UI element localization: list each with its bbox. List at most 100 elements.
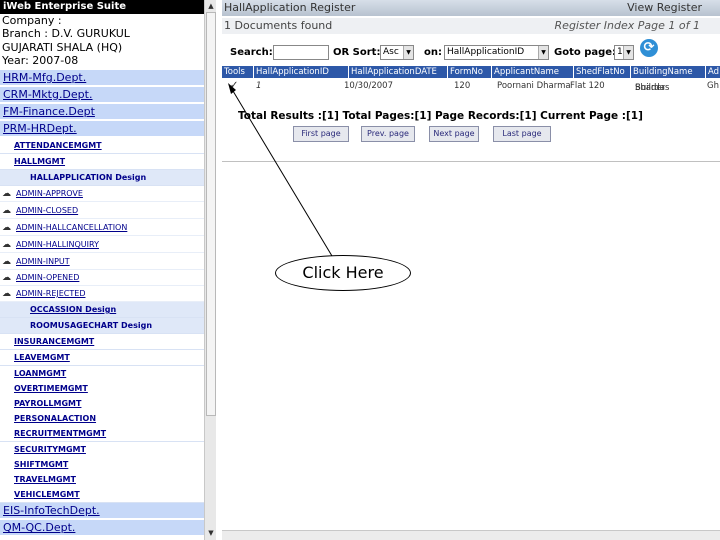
design-link[interactable]: Design <box>121 321 152 330</box>
goto-page-select[interactable]: 1 ▼ <box>614 45 634 60</box>
horizontal-scrollbar[interactable] <box>222 530 720 540</box>
column-header[interactable]: FormNo <box>448 66 492 78</box>
page-title: HallApplication Register <box>224 1 356 14</box>
column-header[interactable]: BuildingName <box>631 66 706 78</box>
sidebar-item-shiftmgmt[interactable]: SHIFTMGMT <box>0 457 204 473</box>
search-input[interactable] <box>273 45 329 60</box>
sidebar-item-leavemgmt[interactable]: LEAVEMGMT <box>0 350 204 366</box>
document-icon: ☁ <box>2 223 11 233</box>
sort-field-value: HallApplicationID <box>447 47 525 57</box>
scrollbar-thumb[interactable] <box>206 12 216 416</box>
sidebar-leaf-admin-closed[interactable]: ☁ ADMIN-CLOSED <box>0 203 204 219</box>
table-row: ✓ 1 10/30/2007 120 Poornani Dharma Flat … <box>222 79 720 103</box>
sidebar-item-overtimemgmt[interactable]: OVERTIMEMGMT <box>0 381 204 397</box>
next-page-button[interactable]: Next page <box>429 126 479 142</box>
leaf-label: ADMIN-CLOSED <box>16 206 79 215</box>
goto-page-label: Goto page: <box>554 47 617 58</box>
leaf-label: ADMIN-REJECTED <box>16 289 86 298</box>
first-page-button[interactable]: First page <box>293 126 349 142</box>
cell-date: 10/30/2007 <box>344 81 393 91</box>
sidebar-item-attendancemgmt[interactable]: ATTENDANCEMGMT <box>0 138 204 154</box>
sidebar-item-securitymgmt[interactable]: SECURITYMGMT <box>0 442 204 458</box>
chevron-down-icon: ▼ <box>623 46 633 59</box>
sidebar-scrollbar[interactable]: ▲ ▼ <box>204 0 216 540</box>
column-header[interactable]: ApplicantName <box>492 66 574 78</box>
search-label: Search: <box>230 47 273 58</box>
cell-applicant: Poornani Dharma <box>497 81 571 91</box>
occassion-label: OCCASSION <box>30 305 83 314</box>
column-header[interactable]: HallApplicationDATE <box>349 66 448 78</box>
cell-id: 1 <box>256 81 262 91</box>
sort-select[interactable]: Asc ▼ <box>380 45 414 60</box>
sidebar-leaf-admin-rejected[interactable]: ☁ ADMIN-REJECTED <box>0 286 204 302</box>
dept-qm[interactable]: QM-QC.Dept. <box>0 520 204 536</box>
sidebar-item-recruitmentmgmt[interactable]: RECRUITMENTMGMT <box>0 426 204 442</box>
sort-field-select[interactable]: HallApplicationID ▼ <box>444 45 549 60</box>
sidebar-item-roomusagechart[interactable]: ROOMUSAGECHART Design <box>0 318 204 334</box>
refresh-icon[interactable]: ⟳ <box>640 39 658 57</box>
sidebar-leaf-admin-opened[interactable]: ☁ ADMIN-OPENED <box>0 270 204 286</box>
leaf-label: ADMIN-HALLCANCELLATION <box>16 223 128 232</box>
dept-crm[interactable]: CRM-Mktg.Dept. <box>0 87 204 103</box>
company-line: Branch : D.V. GURUKUL <box>2 27 130 41</box>
on-label: on: <box>424 47 442 58</box>
sidebar-item-loanmgmt[interactable]: LOANMGMT <box>0 366 204 382</box>
title-bar: HallApplication Register View Register <box>222 0 720 16</box>
company-info: Company : Branch : D.V. GURUKUL GUJARATI… <box>2 14 130 68</box>
last-page-button[interactable]: Last page <box>493 126 551 142</box>
goto-page-value: 1 <box>617 47 623 57</box>
scroll-down-icon[interactable]: ▼ <box>206 528 216 538</box>
cell-shed: Flat 120 <box>570 81 605 91</box>
column-header[interactable]: ShedFlatNo <box>574 66 631 78</box>
document-icon: ☁ <box>2 206 11 216</box>
document-icon: ☁ <box>2 273 11 283</box>
dept-hrm[interactable]: HRM-Mfg.Dept. <box>0 70 204 86</box>
sort-value: Asc <box>383 47 399 57</box>
dept-fm[interactable]: FM-Finance.Dept <box>0 104 204 120</box>
sidebar-leaf-admin-hallinquiry[interactable]: ☁ ADMIN-HALLINQUIRY <box>0 237 204 253</box>
chevron-down-icon: ▼ <box>538 46 548 59</box>
cell-formno: 120 <box>454 81 471 91</box>
scroll-up-icon[interactable]: ▲ <box>206 1 216 11</box>
roomusage-label: ROOMUSAGECHART <box>30 321 119 330</box>
sidebar-item-travelmgmt[interactable]: TRAVELMGMT <box>0 472 204 488</box>
company-line: Year: 2007-08 <box>2 54 79 68</box>
sidebar-item-hallmgmt[interactable]: HALLMGMT <box>0 154 204 170</box>
cell-building-line: Builders <box>635 83 670 93</box>
document-icon: ☁ <box>2 289 11 299</box>
leaf-label: ADMIN-HALLINQUIRY <box>16 240 99 249</box>
sidebar-item-hallapplication-design[interactable]: HALLAPPLICATION Design <box>0 170 204 186</box>
leaf-label: ADMIN-OPENED <box>16 273 80 282</box>
column-header[interactable]: HallApplicationID <box>254 66 349 78</box>
sidebar-item-payrollmgmt[interactable]: PAYROLLMGMT <box>0 396 204 412</box>
documents-found: 1 Documents found <box>224 19 333 32</box>
prev-page-button[interactable]: Prev. page <box>361 126 415 142</box>
leaf-label: ADMIN-INPUT <box>16 257 70 266</box>
chevron-down-icon: ▼ <box>403 46 413 59</box>
register-index: Register Index Page 1 of 1 <box>554 19 700 32</box>
company-line: Company : <box>2 14 62 27</box>
sidebar-item-vehiclemgmt[interactable]: VEHICLEMGMT <box>0 487 204 503</box>
search-bar: Search: OR Sort: Asc ▼ on: HallApplicatio… <box>222 38 720 64</box>
check-icon[interactable]: ✓ <box>230 81 238 91</box>
dept-prm[interactable]: PRM-HRDept. <box>0 121 204 137</box>
sidebar-item-occassion[interactable]: OCCASSION Design <box>0 302 204 318</box>
document-icon: ☁ <box>2 240 11 250</box>
divider <box>222 161 720 162</box>
document-icon: ☁ <box>2 257 11 267</box>
column-header[interactable]: Ad <box>706 66 720 78</box>
column-header[interactable]: Tools <box>222 66 254 78</box>
dept-eis[interactable]: EIS-InfoTechDept. <box>0 503 204 519</box>
sidebar-leaf-admin-hallcancellation[interactable]: ☁ ADMIN-HALLCANCELLATION <box>0 220 204 236</box>
sidebar-item-insurancemgmt[interactable]: INSURANCEMGMT <box>0 334 204 350</box>
brand-title: iWeb Enterprise Suite <box>0 0 204 14</box>
info-bar: 1 Documents found Register Index Page 1 … <box>222 18 720 34</box>
results-summary: Total Results :[1] Total Pages:[1] Page … <box>238 110 643 122</box>
sidebar-leaf-admin-input[interactable]: ☁ ADMIN-INPUT <box>0 254 204 270</box>
click-here-callout: Click Here <box>275 255 411 291</box>
sidebar-leaf-admin-approve[interactable]: ☁ ADMIN-APPROVE <box>0 186 204 202</box>
sidebar-item-personalaction[interactable]: PERSONALACTION <box>0 411 204 427</box>
design-link[interactable]: Design <box>85 305 116 314</box>
table-header: Tools HallApplicationID HallApplicationD… <box>222 66 720 78</box>
view-register-link[interactable]: View Register <box>627 0 702 16</box>
